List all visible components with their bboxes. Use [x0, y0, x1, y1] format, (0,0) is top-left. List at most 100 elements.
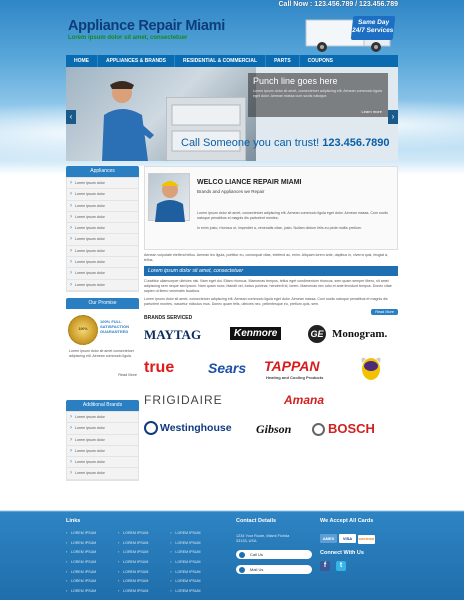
call-trust-number[interactable]: 123.456.7890	[322, 137, 389, 149]
site-logo[interactable]: Appliance Repair Miami	[68, 18, 225, 34]
nav-residential-commercial[interactable]: RESIDENTIAL & COMMERCIAL	[175, 55, 267, 67]
brands-heading: Additional Brands	[66, 399, 139, 411]
call-us-box[interactable]: Call Us	[236, 550, 312, 559]
brand-item[interactable]: Lorem ipsum dolor	[67, 423, 138, 435]
dishwasher-illustration	[166, 97, 246, 161]
promise-text: 100% FULL SATISFACTION GUARANTEED	[100, 318, 130, 334]
nav-coupons[interactable]: COUPONS	[300, 55, 341, 67]
gibson-logo[interactable]: Gibson	[256, 422, 291, 437]
mail-us-label: Mail Us	[250, 567, 264, 572]
header: Call Now : 123.456.789 / 123.456.789 App…	[66, 0, 398, 55]
nav-appliances-brands[interactable]: APPLIANCES & BRANDS	[98, 55, 176, 67]
punch-box: Punch line goes here Lorem ipsum dolor s…	[248, 73, 388, 117]
ge-logo[interactable]: GE	[308, 325, 326, 343]
footer-link[interactable]: LOREM IPSUM	[118, 548, 148, 558]
footer-link[interactable]: LOREM IPSUM	[66, 568, 96, 578]
appliance-item[interactable]: Lorem ipsum dolor	[67, 246, 138, 258]
connect-title: Connect With Us	[320, 550, 364, 556]
brand-item[interactable]: Lorem ipsum dolor	[67, 435, 138, 446]
footer-link[interactable]: LOREM IPSUM	[118, 568, 148, 578]
footer-link[interactable]: LOREM IPSUM	[66, 587, 96, 597]
frigidaire-logo[interactable]: FRIGIDAIRE	[144, 393, 223, 407]
brand-item[interactable]: Lorem ipsum dolor	[67, 412, 138, 424]
phone-icon	[239, 551, 245, 558]
sears-logo[interactable]: Sears	[208, 360, 246, 376]
westinghouse-text: Westinghouse	[160, 421, 232, 434]
footer-link[interactable]: LOREM IPSUM	[170, 539, 200, 549]
appliance-item[interactable]: Lorem ipsum dolor	[67, 212, 138, 224]
appliance-item[interactable]: Lorem ipsum dolor	[67, 189, 138, 201]
appliance-item[interactable]: Lorem ipsum dolor	[67, 178, 138, 190]
learn-more-link[interactable]: Learn more	[362, 109, 382, 114]
footer-link[interactable]: LOREM IPSUM	[118, 558, 148, 568]
footer-link[interactable]: LOREM IPSUM	[66, 539, 96, 549]
footer-link[interactable]: LOREM IPSUM	[170, 568, 200, 578]
footer-link[interactable]: LOREM IPSUM	[170, 577, 200, 587]
footer-link[interactable]: LOREM IPSUM	[66, 548, 96, 558]
call-now-label: Call Now :	[278, 1, 313, 8]
footer-link[interactable]: LOREM IPSUM	[170, 587, 200, 597]
bosch-logo[interactable]: BOSCH	[312, 421, 375, 437]
footer-link[interactable]: LOREM IPSUM	[118, 587, 148, 597]
footer-links-col2: LOREM IPSUM LOREM IPSUM LOREM IPSUM LORE…	[118, 529, 148, 597]
visa-icon: VISA	[339, 534, 356, 543]
maytag-logo[interactable]: MAYTAG	[144, 327, 201, 343]
westinghouse-logo[interactable]: Westinghouse	[144, 421, 232, 435]
appliance-item[interactable]: Lorem ipsum dolor	[67, 223, 138, 235]
appliance-item[interactable]: Lorem ipsum dolor	[67, 201, 138, 212]
read-more-button[interactable]: Read More	[371, 309, 398, 315]
footer-link[interactable]: LOREM IPSUM	[118, 529, 148, 539]
footer-links-title: Links	[66, 518, 81, 524]
social-icons: ft	[320, 561, 377, 571]
vikings-logo-icon[interactable]	[358, 353, 384, 383]
slider-next-button[interactable]: ›	[388, 110, 398, 124]
amex-icon: AMEX	[320, 534, 337, 543]
westinghouse-w-icon	[144, 421, 158, 435]
brand-item[interactable]: Lorem ipsum dolor	[67, 446, 138, 458]
content-area: Appliances Lorem ipsum dolor Lorem ipsum…	[66, 166, 398, 510]
appliance-item[interactable]: Lorem ipsum dolor	[67, 257, 138, 269]
body-paragraph-1: Curabitur ullamcorper ultricies nisi. Na…	[144, 279, 392, 293]
footer-link[interactable]: LOREM IPSUM	[66, 558, 96, 568]
call-now-phones[interactable]: 123.456.789 / 123.456.789	[314, 1, 398, 8]
welcome-box: WELCO LIANCE REPAIR MIAMI Brands and App…	[144, 166, 398, 250]
footer-link[interactable]: LOREM IPSUM	[66, 529, 96, 539]
nav-parts[interactable]: PARTS	[266, 55, 300, 67]
mail-us-box[interactable]: Mail Us	[236, 565, 312, 574]
badge-line1: Same Day	[357, 19, 390, 26]
footer-link[interactable]: LOREM IPSUM	[118, 577, 148, 587]
appliance-item[interactable]: Lorem ipsum dolor	[67, 280, 138, 291]
brand-item[interactable]: Lorem ipsum dolor	[67, 457, 138, 469]
brand-logos: MAYTAG Kenmore GE Monogram. true Sears T…	[144, 323, 398, 453]
appliance-item[interactable]: Lorem ipsum dolor	[67, 234, 138, 246]
footer-link[interactable]: LOREM IPSUM	[170, 529, 200, 539]
footer-link[interactable]: LOREM IPSUM	[66, 577, 96, 587]
slider-prev-button[interactable]: ‹	[66, 110, 76, 124]
bosch-text: BOSCH	[328, 421, 375, 436]
footer-link[interactable]: LOREM IPSUM	[170, 558, 200, 568]
promise-read-more[interactable]: Read More	[118, 373, 137, 377]
appliance-item[interactable]: Lorem ipsum dolor	[67, 268, 138, 280]
address: 1234 Your Route, Miami Florida 33133, US…	[236, 534, 290, 543]
cards-title: We Accept All Cards	[320, 518, 374, 524]
welcome-title: WELCO LIANCE REPAIR MIAMI	[197, 179, 302, 186]
footer-link[interactable]: LOREM IPSUM	[118, 539, 148, 549]
tappan-logo[interactable]: TAPPAN	[264, 358, 319, 374]
hero-banner: Punch line goes here Lorem ipsum dolor s…	[66, 67, 398, 161]
mail-icon	[239, 566, 245, 573]
kenmore-logo[interactable]: Kenmore	[230, 327, 282, 340]
brand-item[interactable]: Lorem ipsum dolor	[67, 468, 138, 480]
true-logo[interactable]: true	[144, 359, 174, 377]
facebook-icon[interactable]: f	[320, 561, 330, 571]
monogram-logo[interactable]: Monogram.	[332, 328, 387, 340]
badge-line2: 24/7 Services	[351, 27, 394, 34]
footer-link[interactable]: LOREM IPSUM	[170, 548, 200, 558]
footer-cards: We Accept All Cards AMEX VISA DISCOVER Con…	[320, 518, 377, 571]
amana-logo[interactable]: Amana	[284, 393, 324, 407]
body-paragraph-2: Lorem ipsum dolor sit amet, consectetuer…	[144, 297, 388, 306]
nav-home[interactable]: HOME	[66, 55, 98, 67]
twitter-icon[interactable]: t	[336, 561, 346, 571]
footer-links: Links LOREM IPSUM LOREM IPSUM LOREM IPSU…	[66, 518, 201, 597]
footer: Links LOREM IPSUM LOREM IPSUM LOREM IPSU…	[66, 512, 398, 600]
call-trust-text: Call Someone you can trust!	[181, 137, 320, 149]
